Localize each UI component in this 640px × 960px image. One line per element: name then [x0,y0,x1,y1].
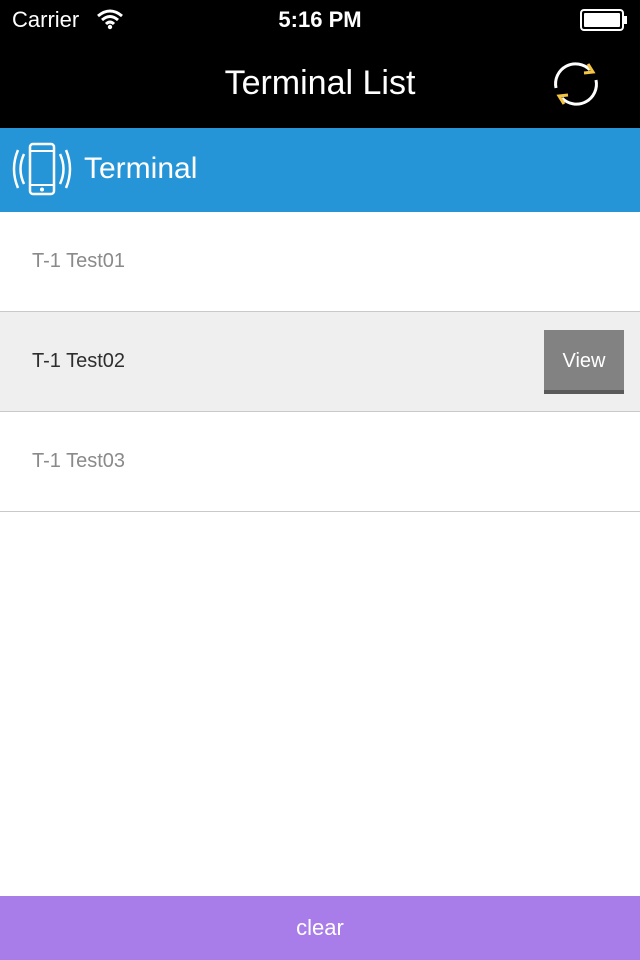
list-item-test03[interactable]: T-1 Test03 [0,412,640,512]
terminal-list: T-1 Test01 T-1 Test02 View T-1 Test03 [0,212,640,512]
nav-bar: Terminal List [0,40,640,128]
battery-icon [580,9,627,31]
page-title: Terminal List [224,64,416,102]
clock: 5:16 PM [278,7,362,32]
refresh-icon[interactable] [548,58,604,110]
list-item-label: T-1 Test03 [32,450,126,472]
list-item-test01[interactable]: T-1 Test01 [0,212,640,312]
view-button[interactable]: View [544,330,624,394]
phone-vibrate-icon [12,142,72,196]
section-title: Terminal [84,152,198,185]
status-bar: Carrier 5:16 PM [0,0,640,40]
list-item-label: T-1 Test01 [32,250,126,272]
section-header: Terminal [0,128,640,212]
list-item-test02[interactable]: T-1 Test02 View [0,312,640,412]
list-item-label: T-1 Test02 [32,350,126,372]
clear-button[interactable]: clear [0,896,640,960]
